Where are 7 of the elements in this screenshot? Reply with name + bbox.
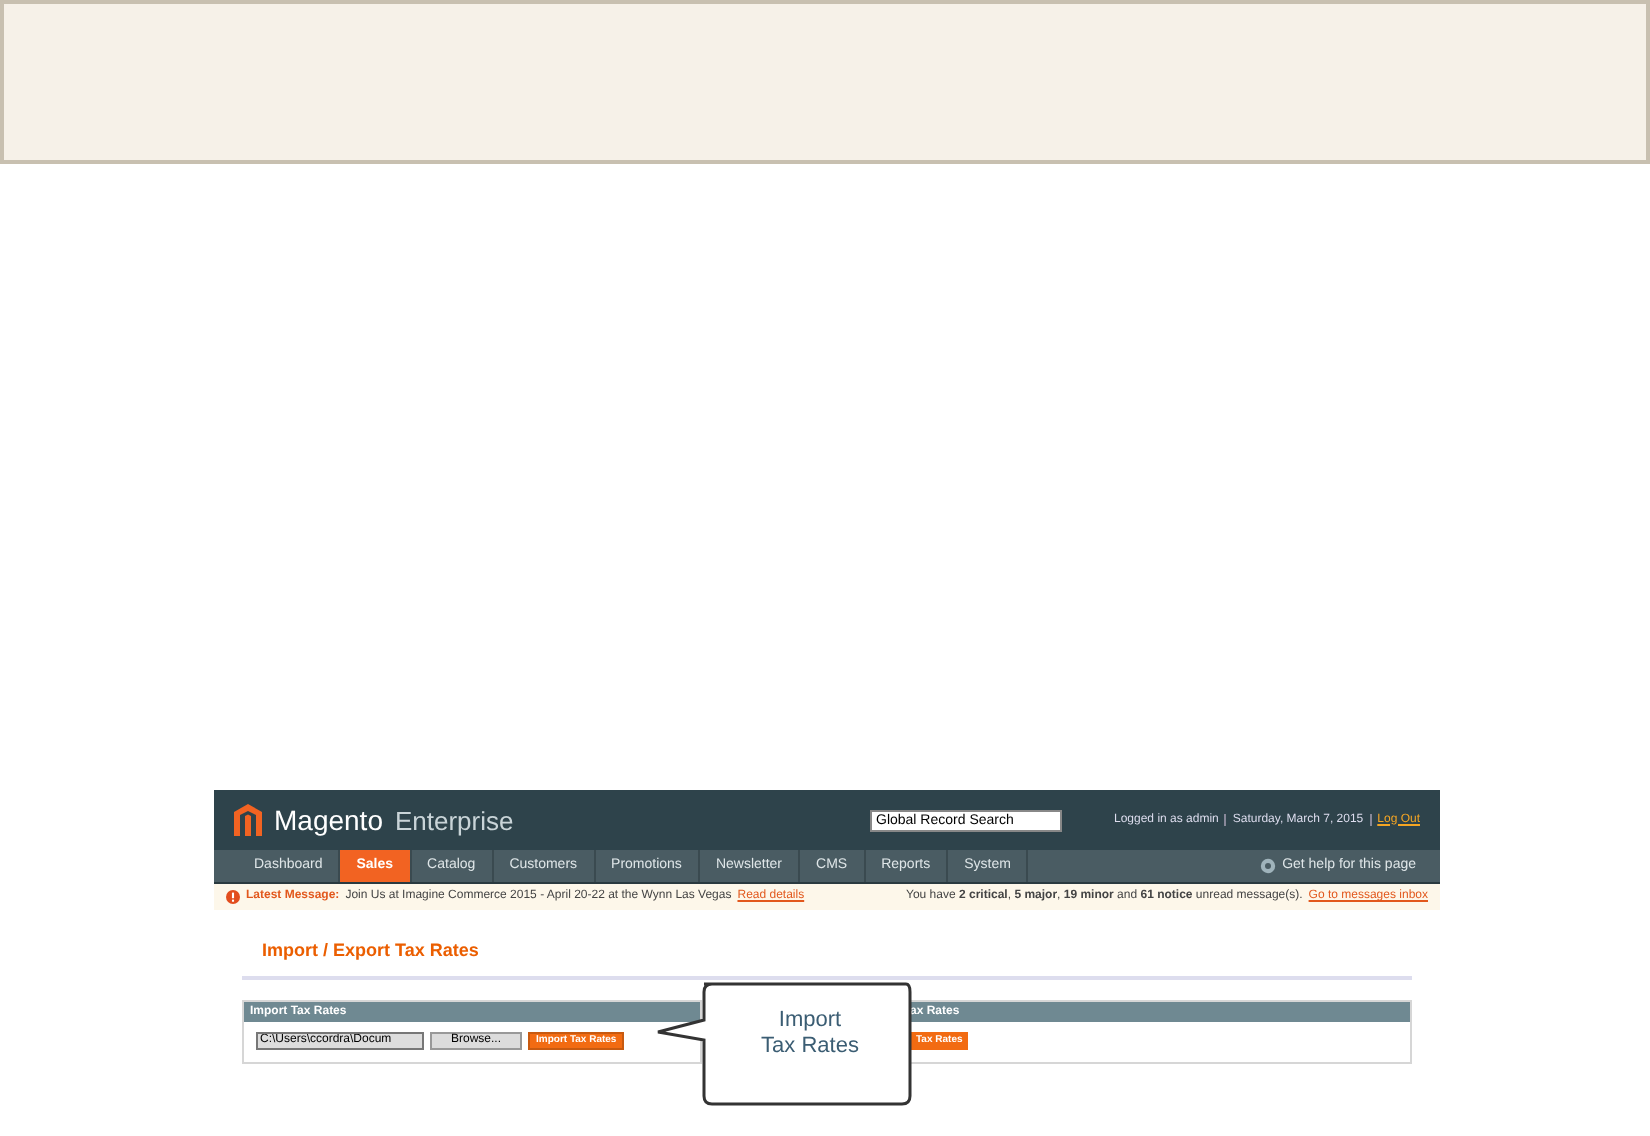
page-title: Import / Export Tax Rates: [242, 938, 1412, 979]
logo-icon: [234, 804, 262, 836]
callout-text: Import Tax Rates: [759, 1008, 861, 1060]
alert-icon: [226, 890, 240, 904]
logo-text: Magento: [274, 806, 383, 834]
logo-subtitle: Enterprise: [394, 807, 514, 833]
help-icon: [1260, 858, 1277, 874]
